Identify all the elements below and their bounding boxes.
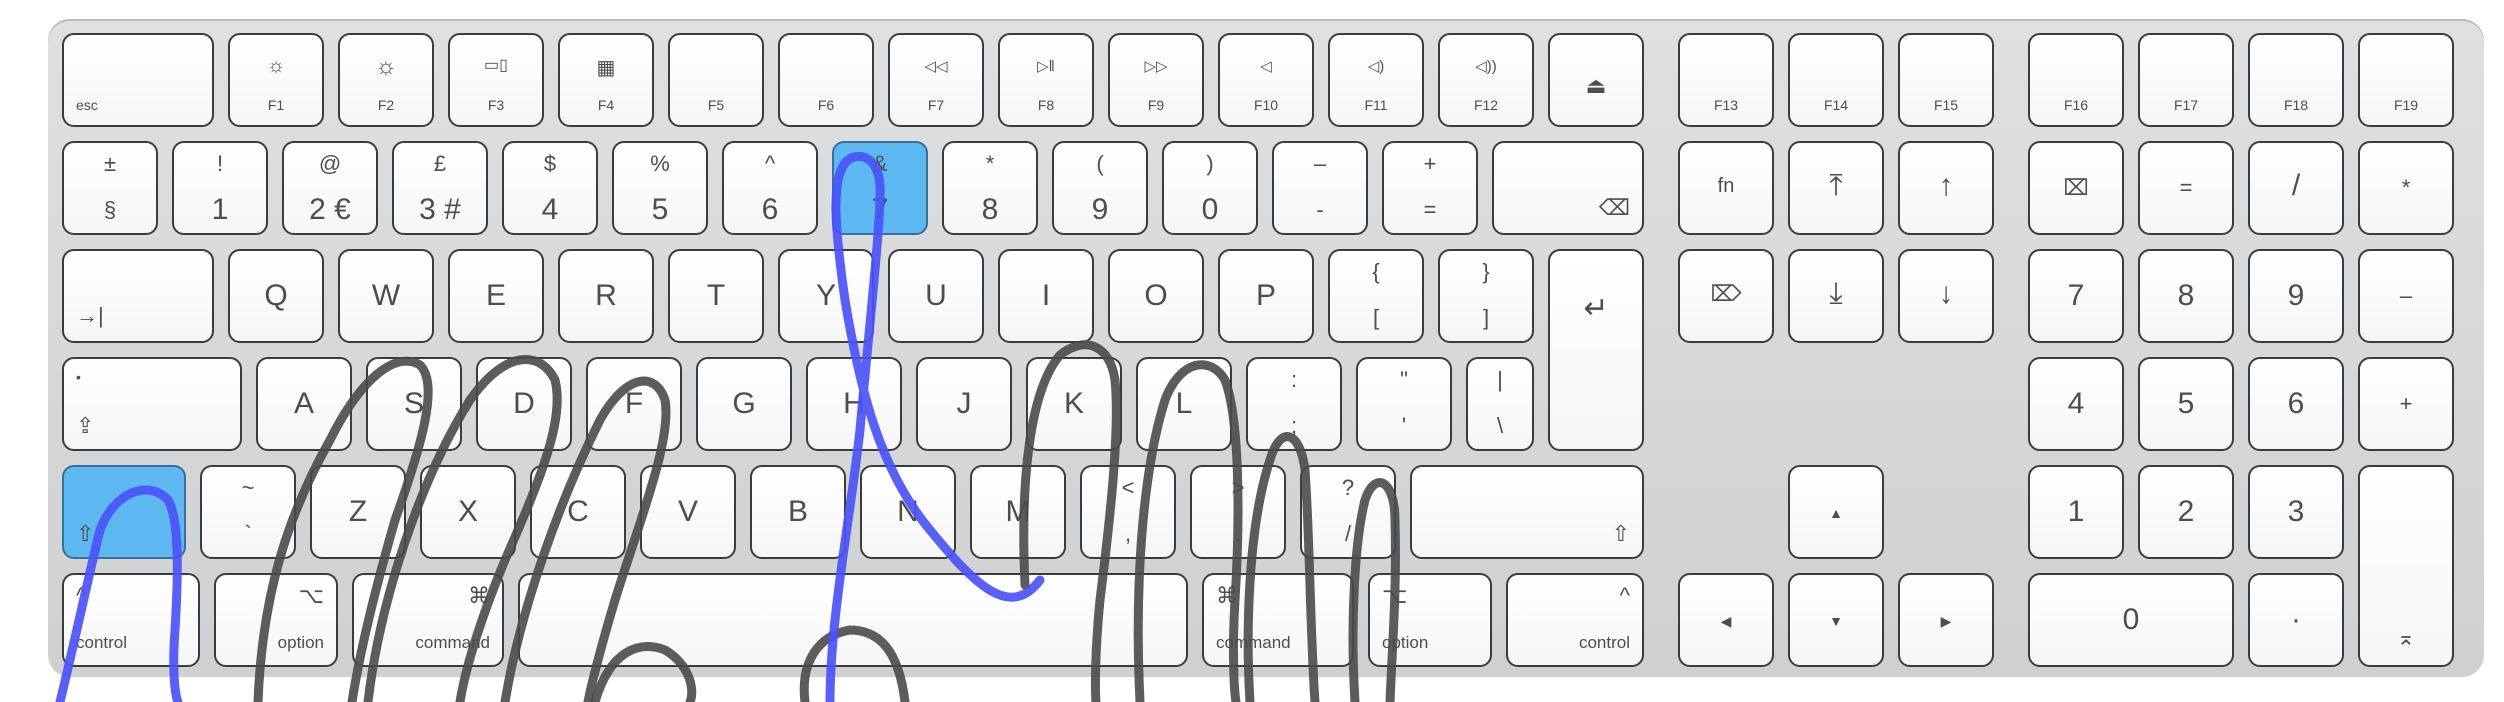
blue-finger-stroke [825,151,1045,702]
blue-finger-stroke [55,485,183,702]
gray-finger-stroke [799,625,910,702]
gray-finger-stroke [253,356,433,702]
gray-finger-stroke [1133,360,1243,702]
gray-finger-stroke [1019,340,1121,702]
gray-finger-stroke [1348,478,1400,702]
gray-finger-stroke [590,642,697,702]
finger-drawing-overlay [55,151,1400,702]
gray-finger-stroke [1243,432,1320,702]
gray-finger-stroke [500,376,671,702]
